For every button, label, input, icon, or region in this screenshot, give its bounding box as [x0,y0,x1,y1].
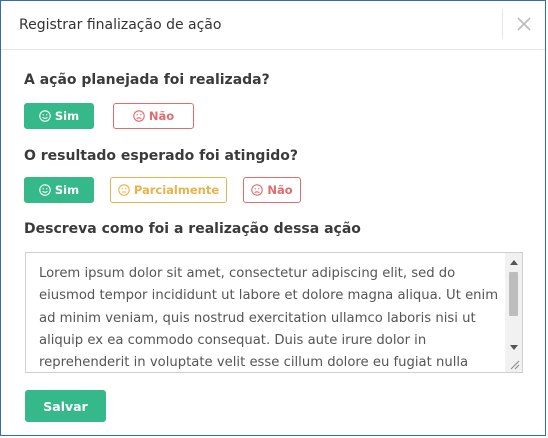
smile-icon [39,184,51,196]
realizada-nao-button[interactable]: Não [113,103,194,129]
scroll-up-arrow-icon[interactable] [505,255,522,269]
scroll-down-arrow-icon[interactable] [505,340,522,354]
question-realizada-label: A ação planejada foi realizada? [24,72,270,88]
realizada-sim-label: Sim [54,109,80,123]
textarea-scrollbar[interactable] [505,253,522,372]
descricao-textarea[interactable]: Lorem ipsum dolor sit amet, consectetur … [25,252,523,373]
modal-title: Registrar finalização de ação [19,17,222,33]
neutral-face-icon [118,184,130,196]
resultado-parcialmente-button[interactable]: Parcialmente [110,177,227,203]
question-resultado-options: Sim Parcialmente Não [24,177,301,203]
save-button[interactable]: Salvar [25,390,106,422]
frown-icon [251,184,264,196]
resultado-sim-label: Sim [54,183,80,197]
question-realizada-options: Sim Não [24,103,194,129]
question-descricao-label: Descreva como foi a realização dessa açã… [24,221,361,237]
resultado-parcialmente-label: Parcialmente [133,183,220,197]
resize-handle-icon[interactable] [508,358,520,370]
question-resultado-label: O resultado esperado foi atingido? [24,148,299,164]
modal-header: Registrar finalização de ação [1,1,545,50]
descricao-text: Lorem ipsum dolor sit amet, consectetur … [39,266,499,371]
close-button[interactable] [502,9,545,39]
close-icon [517,17,531,31]
resultado-nao-button[interactable]: Não [243,177,301,203]
realizada-nao-label: Não [148,109,175,123]
scroll-thumb[interactable] [509,272,518,316]
resultado-nao-label: Não [267,183,293,197]
realizada-sim-button[interactable]: Sim [24,103,94,129]
smile-icon [39,110,51,122]
resultado-sim-button[interactable]: Sim [24,177,94,203]
frown-icon [133,110,145,122]
modal-dialog: Registrar finalização de ação A ação pla… [0,0,546,436]
